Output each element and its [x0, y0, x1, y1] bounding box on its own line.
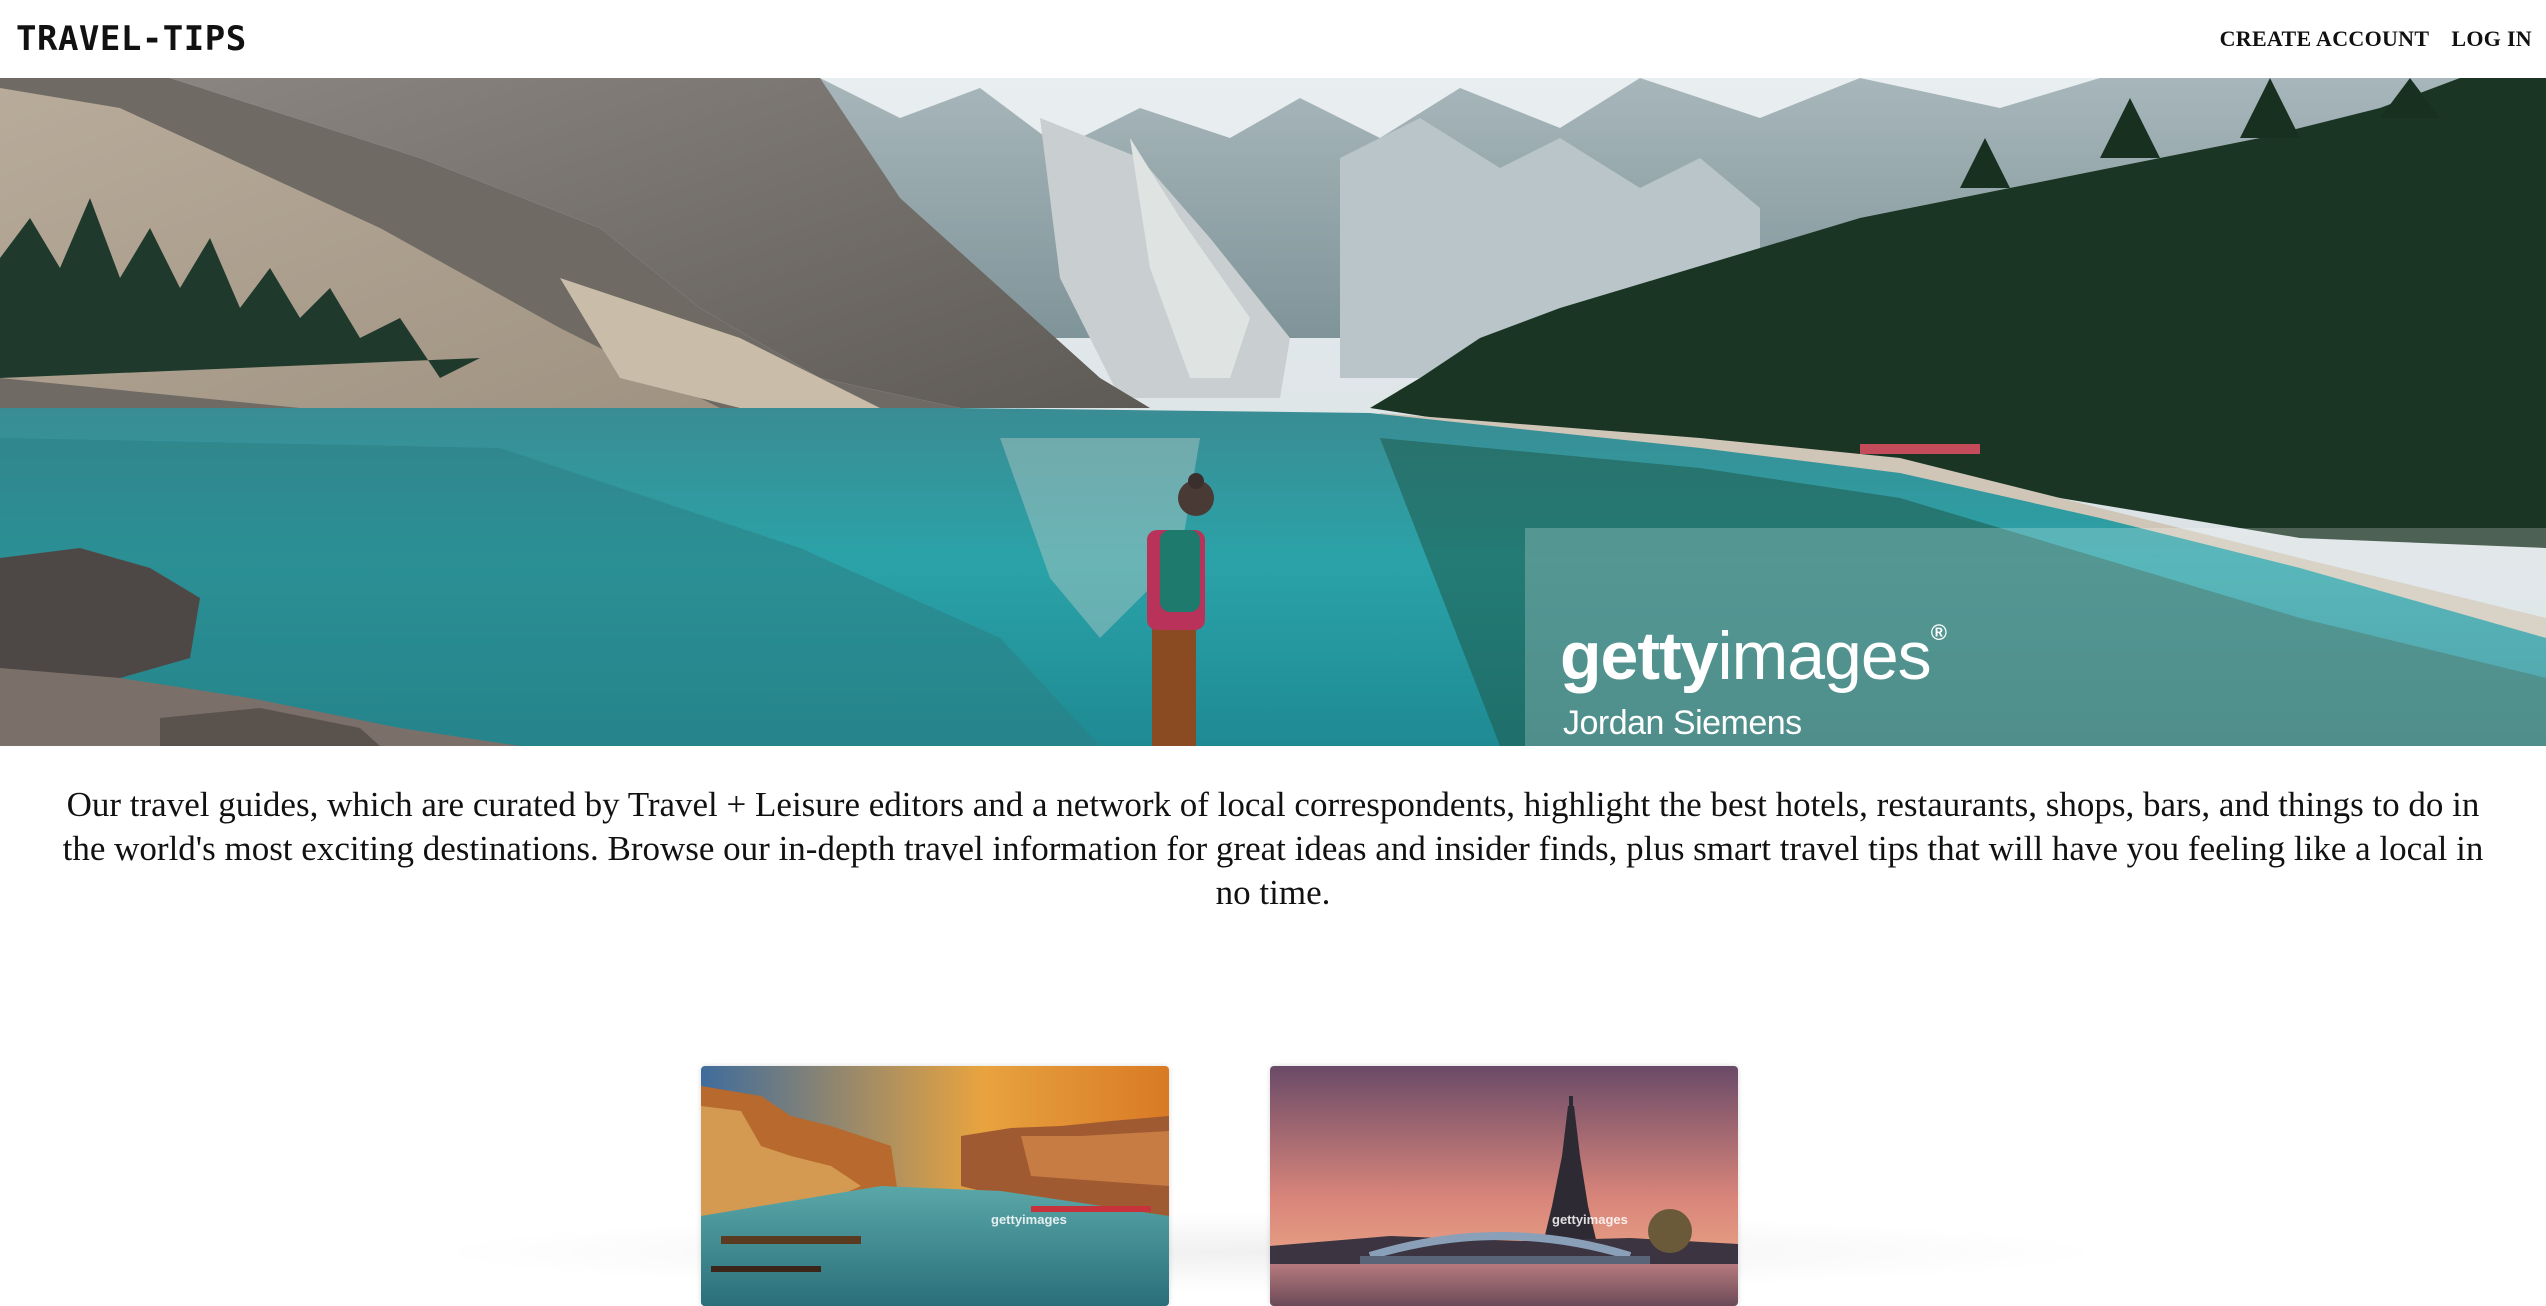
intro-paragraph: Our travel guides, which are curated by …	[62, 785, 2484, 912]
card-watermark: gettyimages	[991, 1212, 1067, 1227]
photo-credit: Jordan Siemens	[1563, 704, 1802, 742]
create-account-link[interactable]: CREATE ACCOUNT	[2220, 26, 2430, 52]
destination-card-venice[interactable]: gettyimages	[701, 1066, 1169, 1306]
venice-canal-image	[701, 1066, 1169, 1306]
account-nav: CREATE ACCOUNT LOG IN	[2220, 26, 2532, 52]
destination-card-paris[interactable]: gettyimages	[1270, 1066, 1738, 1306]
paris-eiffel-image	[1270, 1066, 1738, 1306]
card-watermark: gettyimages	[1552, 1212, 1628, 1227]
getty-images-watermark: gettyimages®	[1560, 618, 1947, 694]
top-navigation-bar: TRAVEL-TIPS CREATE ACCOUNT LOG IN	[0, 0, 2546, 78]
site-logo[interactable]: TRAVEL-TIPS	[16, 19, 247, 59]
log-in-link[interactable]: LOG IN	[2451, 26, 2532, 52]
